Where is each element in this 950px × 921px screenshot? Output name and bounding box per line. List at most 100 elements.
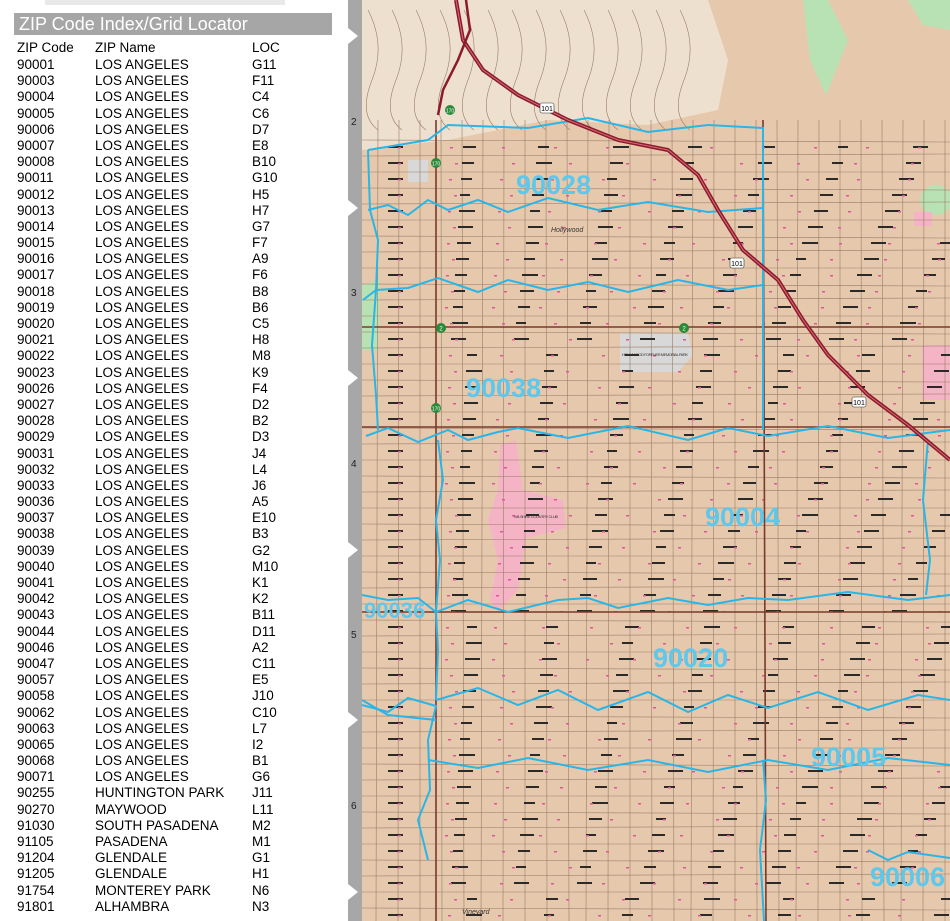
shield-2-west: 2 [436,323,446,333]
index-name: LOS ANGELES [95,380,189,396]
index-name: LOS ANGELES [95,672,189,688]
index-row: 90006 LOS ANGELES D7 [0,122,348,138]
index-loc: F4 [252,380,268,396]
index-name: LOS ANGELES [95,655,189,671]
index-row: 91754 MONTEREY PARK N6 [0,883,348,899]
index-loc: B10 [252,154,277,170]
svg-text:170: 170 [432,162,441,168]
index-name: LOS ANGELES [95,57,189,72]
index-zip: 90063 [17,720,55,736]
index-loc: K1 [252,575,269,590]
index-name: LOS ANGELES [95,704,189,720]
index-zip: 90017 [17,267,55,283]
index-name: LOS ANGELES [95,526,189,542]
index-row: 90039 LOS ANGELES G2 [0,543,348,559]
shield-101-north: 101 [539,102,555,114]
index-loc: I2 [252,736,264,752]
zip-code-map[interactable]: 101 101 101 170 170 170 2 2 90028 90038 … [348,0,950,921]
index-zip: 90026 [17,380,55,396]
index-row: 90040 LOS ANGELES M10 [0,559,348,575]
index-name: LOS ANGELES [95,137,189,153]
index-name: LOS ANGELES [95,267,189,283]
index-loc: F7 [252,235,268,251]
index-name: HUNTINGTON PARK [95,785,225,801]
index-loc: G11 [252,57,277,72]
index-name: LOS ANGELES [95,542,189,558]
index-zip: 90039 [17,542,55,558]
index-row: 90019 LOS ANGELES B6 [0,300,348,316]
index-row: 90071 LOS ANGELES G6 [0,769,348,785]
index-loc: H1 [252,866,270,882]
index-row: 90013 LOS ANGELES H7 [0,203,348,219]
index-zip: 91105 [17,834,54,849]
place-label-wilshire: WILSHIRE COUNTRY CLUB [514,514,558,519]
index-zip: 90058 [17,688,55,704]
index-loc: F11 [252,73,275,89]
index-zip: 91204 [17,850,55,866]
index-zip: 90019 [17,299,55,315]
zip-index-panel: ZIP Code Index/Grid Locator ZIP Code ZIP… [0,0,348,921]
index-name: LOS ANGELES [95,461,189,477]
index-name: LOS ANGELES [95,170,189,186]
index-zip: 90043 [17,607,55,623]
index-name: LOS ANGELES [95,186,189,202]
index-name: LOS ANGELES [95,510,189,526]
index-name: LOS ANGELES [95,445,189,461]
index-name: LOS ANGELES [95,202,189,218]
index-zip: 90014 [17,218,55,234]
index-loc: D3 [252,429,270,445]
index-loc: D11 [252,623,276,639]
index-zip: 90046 [17,639,55,655]
index-zip: 90042 [17,591,55,607]
index-row: 90008 LOS ANGELES B10 [0,154,348,170]
index-loc: A2 [252,639,269,655]
index-loc: H7 [252,202,270,218]
index-row: 90033 LOS ANGELES J6 [0,478,348,494]
index-zip: 90012 [17,186,55,202]
index-loc: J11 [252,785,273,801]
grid-row-6: 6 [351,801,357,812]
index-zip: 90007 [17,137,55,153]
index-row: 90021 LOS ANGELES H8 [0,332,348,348]
index-zip: 90022 [17,348,55,364]
header-zip-name: ZIP Name [95,40,156,55]
index-zip: 90005 [17,105,55,121]
index-zip: 90041 [17,575,55,590]
index-row: 90014 LOS ANGELES G7 [0,219,348,235]
index-loc: M8 [252,348,271,364]
index-name: LOS ANGELES [95,299,189,315]
index-name: LOS ANGELES [95,623,189,639]
index-zip: 90016 [17,251,55,267]
index-row: 90017 LOS ANGELES F6 [0,267,348,283]
index-zip: 90044 [17,623,55,639]
index-name: LOS ANGELES [95,639,189,655]
pink-area-east [922,345,950,400]
index-loc: C5 [252,316,270,331]
index-row: 90058 LOS ANGELES J10 [0,688,348,704]
index-row: 90027 LOS ANGELES D2 [0,397,348,413]
index-zip: 90033 [17,477,55,493]
index-loc: M1 [252,834,271,849]
index-name: MAYWOOD [95,801,167,817]
index-zip: 90015 [17,235,55,251]
index-loc: N6 [252,882,270,898]
index-loc: L4 [252,461,268,477]
index-zip: 90065 [17,736,55,752]
index-row: 90062 LOS ANGELES C10 [0,705,348,721]
zip-label-90036: 90036 [364,598,425,623]
index-row: 90046 LOS ANGELES A2 [0,640,348,656]
index-zip: 90001 [17,57,55,72]
index-row: 91205 GLENDALE H1 [0,866,348,882]
index-row: 90037 LOS ANGELES E10 [0,510,348,526]
index-row: 90255 HUNTINGTON PARK J11 [0,785,348,801]
map-panel[interactable]: 101 101 101 170 170 170 2 2 90028 90038 … [348,0,950,921]
index-loc: A5 [252,494,269,510]
index-zip: 90018 [17,283,55,299]
index-loc: H5 [252,186,270,202]
index-name: LOS ANGELES [95,283,189,299]
index-row: 91801 ALHAMBRA N3 [0,899,348,915]
index-name: LOS ANGELES [95,477,189,493]
grid-row-3: 3 [351,288,357,299]
index-loc: G7 [252,218,271,234]
index-name: LOS ANGELES [95,429,189,445]
